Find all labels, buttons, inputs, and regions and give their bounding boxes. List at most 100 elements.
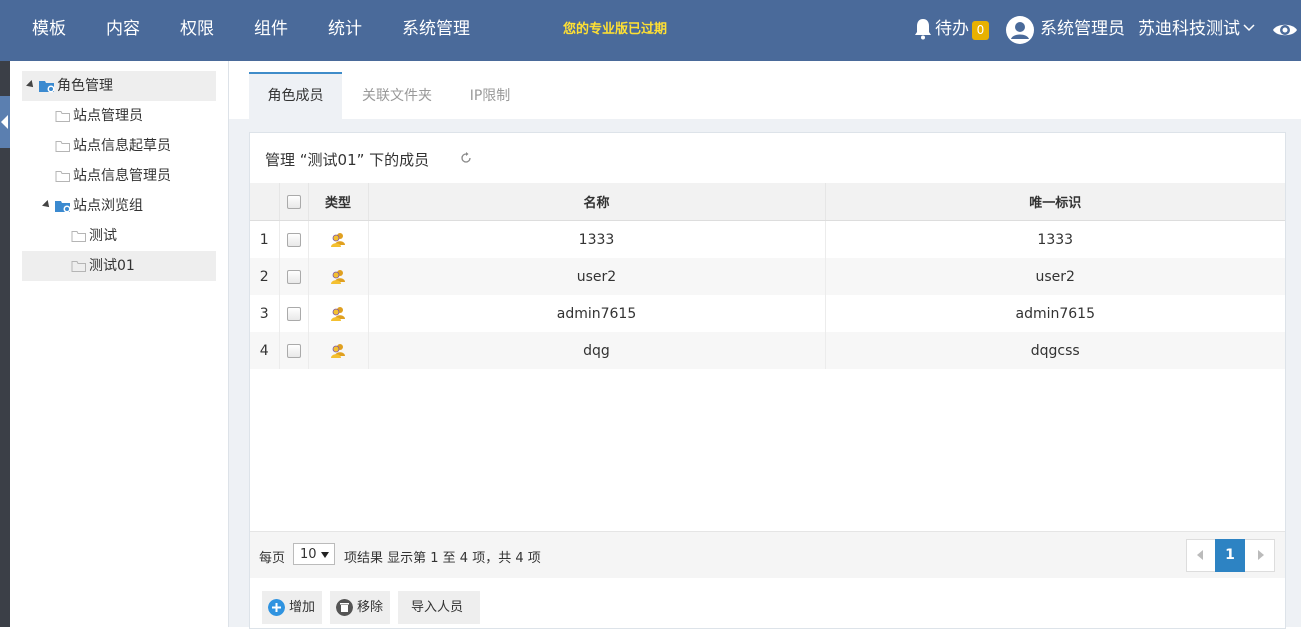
people-icon [331, 232, 345, 247]
row-checkbox[interactable] [286, 306, 301, 321]
table-row[interactable]: 1 1333 1333 [250, 220, 1285, 258]
nav-statistics[interactable]: 统计 [328, 0, 362, 61]
nav-permissions[interactable]: 权限 [180, 0, 214, 61]
folder-icon [71, 261, 86, 272]
plus-circle-icon [268, 599, 285, 616]
dropdown-caret-icon [321, 552, 329, 558]
row-uid: 1333 [825, 220, 1285, 258]
row-index: 4 [250, 332, 280, 369]
add-button-label: 增加 [289, 600, 316, 615]
tree-node-label: 角色管理 [57, 78, 113, 94]
eye-icon[interactable] [1272, 19, 1298, 41]
row-checkbox-cell[interactable] [279, 258, 309, 295]
collapse-arrow-icon [1, 115, 8, 129]
tree-node-label: 站点信息起草员 [73, 138, 171, 154]
folder-icon [71, 231, 86, 242]
top-navigation-bar: 模板 内容 权限 组件 统计 系统管理 您的专业版已过期 待办 0 系统管理员 … [0, 0, 1301, 61]
tree-node-label: 测试01 [89, 258, 135, 274]
tree-node-site-admin[interactable]: 站点管理员 [22, 101, 216, 131]
table-header-row: 类型 名称 唯一标识 [250, 183, 1285, 221]
tab-linked-folders[interactable]: 关联文件夹 [347, 74, 447, 119]
tree-node-label: 站点信息管理员 [73, 168, 171, 184]
column-header-name[interactable]: 名称 [368, 183, 826, 221]
todo-count-badge: 0 [972, 21, 989, 40]
people-icon [331, 269, 345, 284]
row-uid: user2 [825, 258, 1285, 295]
row-checkbox-cell[interactable] [279, 332, 309, 369]
tab-role-members[interactable]: 角色成员 [249, 72, 342, 119]
members-table: 类型 名称 唯一标识 1 1333 1333 2 user2 user2 3 a… [250, 183, 1285, 369]
todo-label[interactable]: 待办 [935, 0, 969, 59]
panel-title: 管理 “测试01” 下的成员 [265, 151, 430, 169]
refresh-icon[interactable] [460, 152, 472, 164]
pagination-info: 项结果 显示第 1 至 4 项，共 4 项 [344, 551, 541, 566]
row-checkbox[interactable] [286, 343, 301, 358]
tree-node-label: 站点浏览组 [73, 198, 143, 214]
row-type-cell [308, 220, 369, 258]
per-page-label: 每页 [259, 551, 286, 566]
index-column-header [250, 183, 280, 221]
import-members-button[interactable]: 导入人员 [398, 591, 480, 624]
tree-node-role-management[interactable]: 角色管理 [22, 71, 216, 101]
nav-templates[interactable]: 模板 [32, 0, 66, 61]
tab-ip-restriction[interactable]: IP限制 [454, 74, 526, 119]
row-checkbox[interactable] [286, 232, 301, 247]
table-row[interactable]: 2 user2 user2 [250, 258, 1285, 295]
remove-button-label: 移除 [357, 600, 384, 615]
tree-node-label: 测试 [89, 228, 117, 244]
role-tree-panel: 角色管理 站点管理员 站点信息起草员 站点信息管理员 站点浏览组 测试 测试01 [10, 61, 229, 627]
tree-node-label: 站点管理员 [73, 108, 143, 124]
row-uid: dqgcss [825, 332, 1285, 369]
next-page-button[interactable] [1246, 540, 1274, 571]
row-index: 1 [250, 220, 280, 258]
trash-icon [336, 599, 353, 616]
row-name: admin7615 [368, 295, 826, 332]
select-all-checkbox[interactable] [286, 194, 301, 209]
tree-node-site-browse-group[interactable]: 站点浏览组 [22, 191, 216, 221]
prev-page-button[interactable] [1187, 540, 1215, 571]
tab-bar: 角色成员 关联文件夹 IP限制 [229, 61, 1301, 119]
tree-node-test[interactable]: 测试 [22, 221, 216, 251]
row-uid: admin7615 [825, 295, 1285, 332]
per-page-select[interactable]: 10 [293, 543, 335, 565]
column-header-type[interactable]: 类型 [308, 183, 369, 221]
tree-node-site-drafter[interactable]: 站点信息起草员 [22, 131, 216, 161]
license-expired-notice[interactable]: 您的专业版已过期 [563, 0, 667, 59]
folder-icon [55, 111, 70, 122]
main-content: 角色成员 关联文件夹 IP限制 管理 “测试01” 下的成员 类型 名称 唯一标… [229, 61, 1301, 629]
pagination: 1 [1186, 539, 1275, 572]
add-button[interactable]: 增加 [262, 591, 322, 624]
role-folder-icon [39, 81, 55, 93]
chevron-down-icon[interactable] [1243, 23, 1255, 33]
row-type-cell [308, 258, 369, 295]
column-header-uid[interactable]: 唯一标识 [825, 183, 1285, 221]
tree-expand-toggle-icon[interactable] [42, 200, 52, 210]
table-row[interactable]: 3 admin7615 admin7615 [250, 295, 1285, 332]
nav-components[interactable]: 组件 [254, 0, 288, 61]
import-button-label: 导入人员 [411, 600, 464, 615]
folder-icon [55, 171, 70, 182]
user-avatar-icon[interactable] [1006, 16, 1034, 44]
row-type-cell [308, 332, 369, 369]
remove-button[interactable]: 移除 [330, 591, 390, 624]
row-checkbox[interactable] [286, 269, 301, 284]
row-checkbox-cell[interactable] [279, 295, 309, 332]
sidebar-collapse-strip [0, 61, 10, 627]
table-row[interactable]: 4 dqg dqgcss [250, 332, 1285, 369]
bell-icon[interactable] [913, 18, 933, 40]
organization-switcher[interactable]: 苏迪科技测试 [1138, 0, 1240, 59]
row-type-cell [308, 295, 369, 332]
nav-system-management[interactable]: 系统管理 [402, 0, 470, 61]
folder-icon [55, 141, 70, 152]
nav-content[interactable]: 内容 [106, 0, 140, 61]
people-icon [331, 306, 345, 321]
tree-node-site-info-admin[interactable]: 站点信息管理员 [22, 161, 216, 191]
tree-expand-toggle-icon[interactable] [26, 80, 36, 90]
select-all-checkbox-cell[interactable] [279, 183, 309, 221]
current-page-button[interactable]: 1 [1215, 539, 1245, 572]
current-user-name[interactable]: 系统管理员 [1040, 0, 1125, 59]
per-page-value: 10 [300, 547, 317, 562]
row-checkbox-cell[interactable] [279, 220, 309, 258]
tree-node-test01[interactable]: 测试01 [22, 251, 216, 281]
table-footer: 每页 10 项结果 显示第 1 至 4 项，共 4 项 1 [250, 531, 1285, 578]
